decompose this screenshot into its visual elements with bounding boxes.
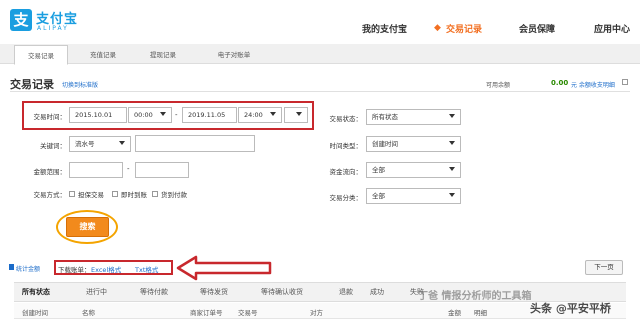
amount-label: 金额范围：: [33, 168, 67, 176]
nav-active-dot-icon: ◆: [434, 23, 441, 33]
date-dash: -: [175, 111, 178, 119]
amount-from-input[interactable]: [69, 162, 123, 178]
fund-flow-select[interactable]: 全部: [366, 162, 461, 178]
chevron-down-icon: [119, 141, 125, 145]
col-trade-no: 交易号: [238, 309, 258, 317]
col-merchant-order: 商家订单号: [190, 309, 223, 317]
tab-in-progress[interactable]: 进行中: [86, 287, 107, 297]
download-txt-link[interactable]: Txt格式: [135, 264, 158, 274]
tab-refund[interactable]: 退款: [339, 287, 353, 297]
chart-icon: [9, 264, 14, 270]
subtab-recharge[interactable]: 充值记录: [76, 45, 130, 65]
red-arrow-icon: [176, 255, 272, 281]
time-type-select[interactable]: 创建时间: [366, 136, 461, 152]
balance-label: 可用余额: [486, 82, 511, 89]
category-label: 交易分类：: [329, 194, 363, 202]
page-title: 交易记录: [10, 78, 54, 91]
col-amount: 金额: [448, 309, 461, 317]
start-time-value: 00:00: [134, 111, 153, 119]
download-label: 下载账单：: [58, 266, 91, 274]
category-select[interactable]: 全部: [366, 188, 461, 204]
balance-detail-link[interactable]: 元 余额收支明细: [571, 80, 615, 89]
category-value: 全部: [372, 192, 385, 200]
watermark-text: 丁爸 情报分析师的工具箱: [418, 291, 532, 302]
end-time-value: 24:00: [244, 111, 263, 119]
keyword-type-value: 流水号: [75, 140, 95, 148]
nav-app-center[interactable]: 应用中心: [594, 22, 630, 35]
time-label: 交易时间：: [33, 113, 67, 121]
checkbox-instant[interactable]: [112, 191, 118, 197]
status-select[interactable]: 所有状态: [366, 109, 461, 125]
status-value: 所有状态: [372, 113, 398, 121]
nav-transactions[interactable]: 交易记录: [446, 22, 482, 35]
time-type-label: 时间类型：: [329, 142, 363, 150]
keyword-type-select[interactable]: 流水号: [69, 136, 131, 152]
method-instant-label: 即时到账: [121, 191, 147, 199]
watermark-text-author: 头条 @平安平桥: [530, 302, 611, 315]
subtab-e-statement[interactable]: 电子对账单: [202, 45, 266, 65]
chevron-down-icon: [270, 112, 276, 116]
search-button[interactable]: 搜索: [66, 217, 109, 237]
col-created-time: 创建时间: [22, 309, 48, 317]
method-label: 交易方式：: [33, 191, 67, 199]
subtab-transactions[interactable]: 交易记录: [14, 45, 68, 65]
chevron-down-icon: [296, 112, 302, 116]
logo-text-en: ALIPAY: [37, 25, 69, 32]
col-name: 名称: [82, 309, 95, 317]
balance-value: 0.00: [551, 79, 569, 87]
status-label: 交易状态：: [329, 115, 363, 123]
col-counterparty: 对方: [310, 309, 323, 317]
divider: [10, 91, 630, 92]
amount-to-input[interactable]: [135, 162, 189, 178]
end-date-input[interactable]: 2019.11.05: [182, 107, 237, 123]
chevron-down-icon: [449, 141, 455, 145]
top-header: [0, 0, 640, 42]
tab-awaiting-payment[interactable]: 等待付款: [140, 287, 168, 297]
alipay-logo-icon[interactable]: 支: [10, 9, 32, 31]
col-detail: 明细: [474, 309, 487, 317]
method-cod-label: 货到付款: [161, 191, 187, 199]
fund-flow-value: 全部: [372, 166, 385, 174]
subtab-withdraw[interactable]: 提现记录: [136, 45, 190, 65]
tab-all-status[interactable]: 所有状态: [22, 287, 50, 297]
end-time-select[interactable]: 24:00: [238, 107, 282, 123]
stat-amount-link[interactable]: 统计金额: [16, 264, 40, 273]
tab-awaiting-confirmation[interactable]: 等待确认收货: [261, 287, 303, 297]
start-time-select[interactable]: 00:00: [128, 107, 172, 123]
tab-success[interactable]: 成功: [370, 287, 384, 297]
chevron-down-icon: [449, 193, 455, 197]
time-type-value: 创建时间: [372, 140, 398, 148]
nav-member-protection[interactable]: 会员保障: [519, 22, 555, 35]
keyword-input[interactable]: [135, 135, 255, 152]
keyword-label: 关键词：: [40, 142, 66, 150]
chevron-down-icon: [449, 114, 455, 118]
download-excel-link[interactable]: Excel格式: [91, 264, 121, 274]
quick-range-select[interactable]: [284, 107, 308, 123]
chevron-down-icon: [160, 112, 166, 116]
help-icon[interactable]: [622, 79, 628, 85]
fund-flow-label: 资金流向：: [329, 168, 363, 176]
switch-version-link[interactable]: 切换到标准版: [62, 80, 98, 89]
checkbox-cod[interactable]: [152, 191, 158, 197]
checkbox-guarantee[interactable]: [69, 191, 75, 197]
method-guarantee-label: 担保交易: [78, 191, 104, 199]
amount-dash: -: [127, 165, 130, 173]
start-date-input[interactable]: 2015.10.01: [69, 107, 127, 123]
next-page-button[interactable]: 下一页: [585, 260, 623, 275]
tab-awaiting-shipment[interactable]: 等待发货: [200, 287, 228, 297]
nav-my-alipay[interactable]: 我的支付宝: [362, 22, 407, 35]
chevron-down-icon: [449, 167, 455, 171]
